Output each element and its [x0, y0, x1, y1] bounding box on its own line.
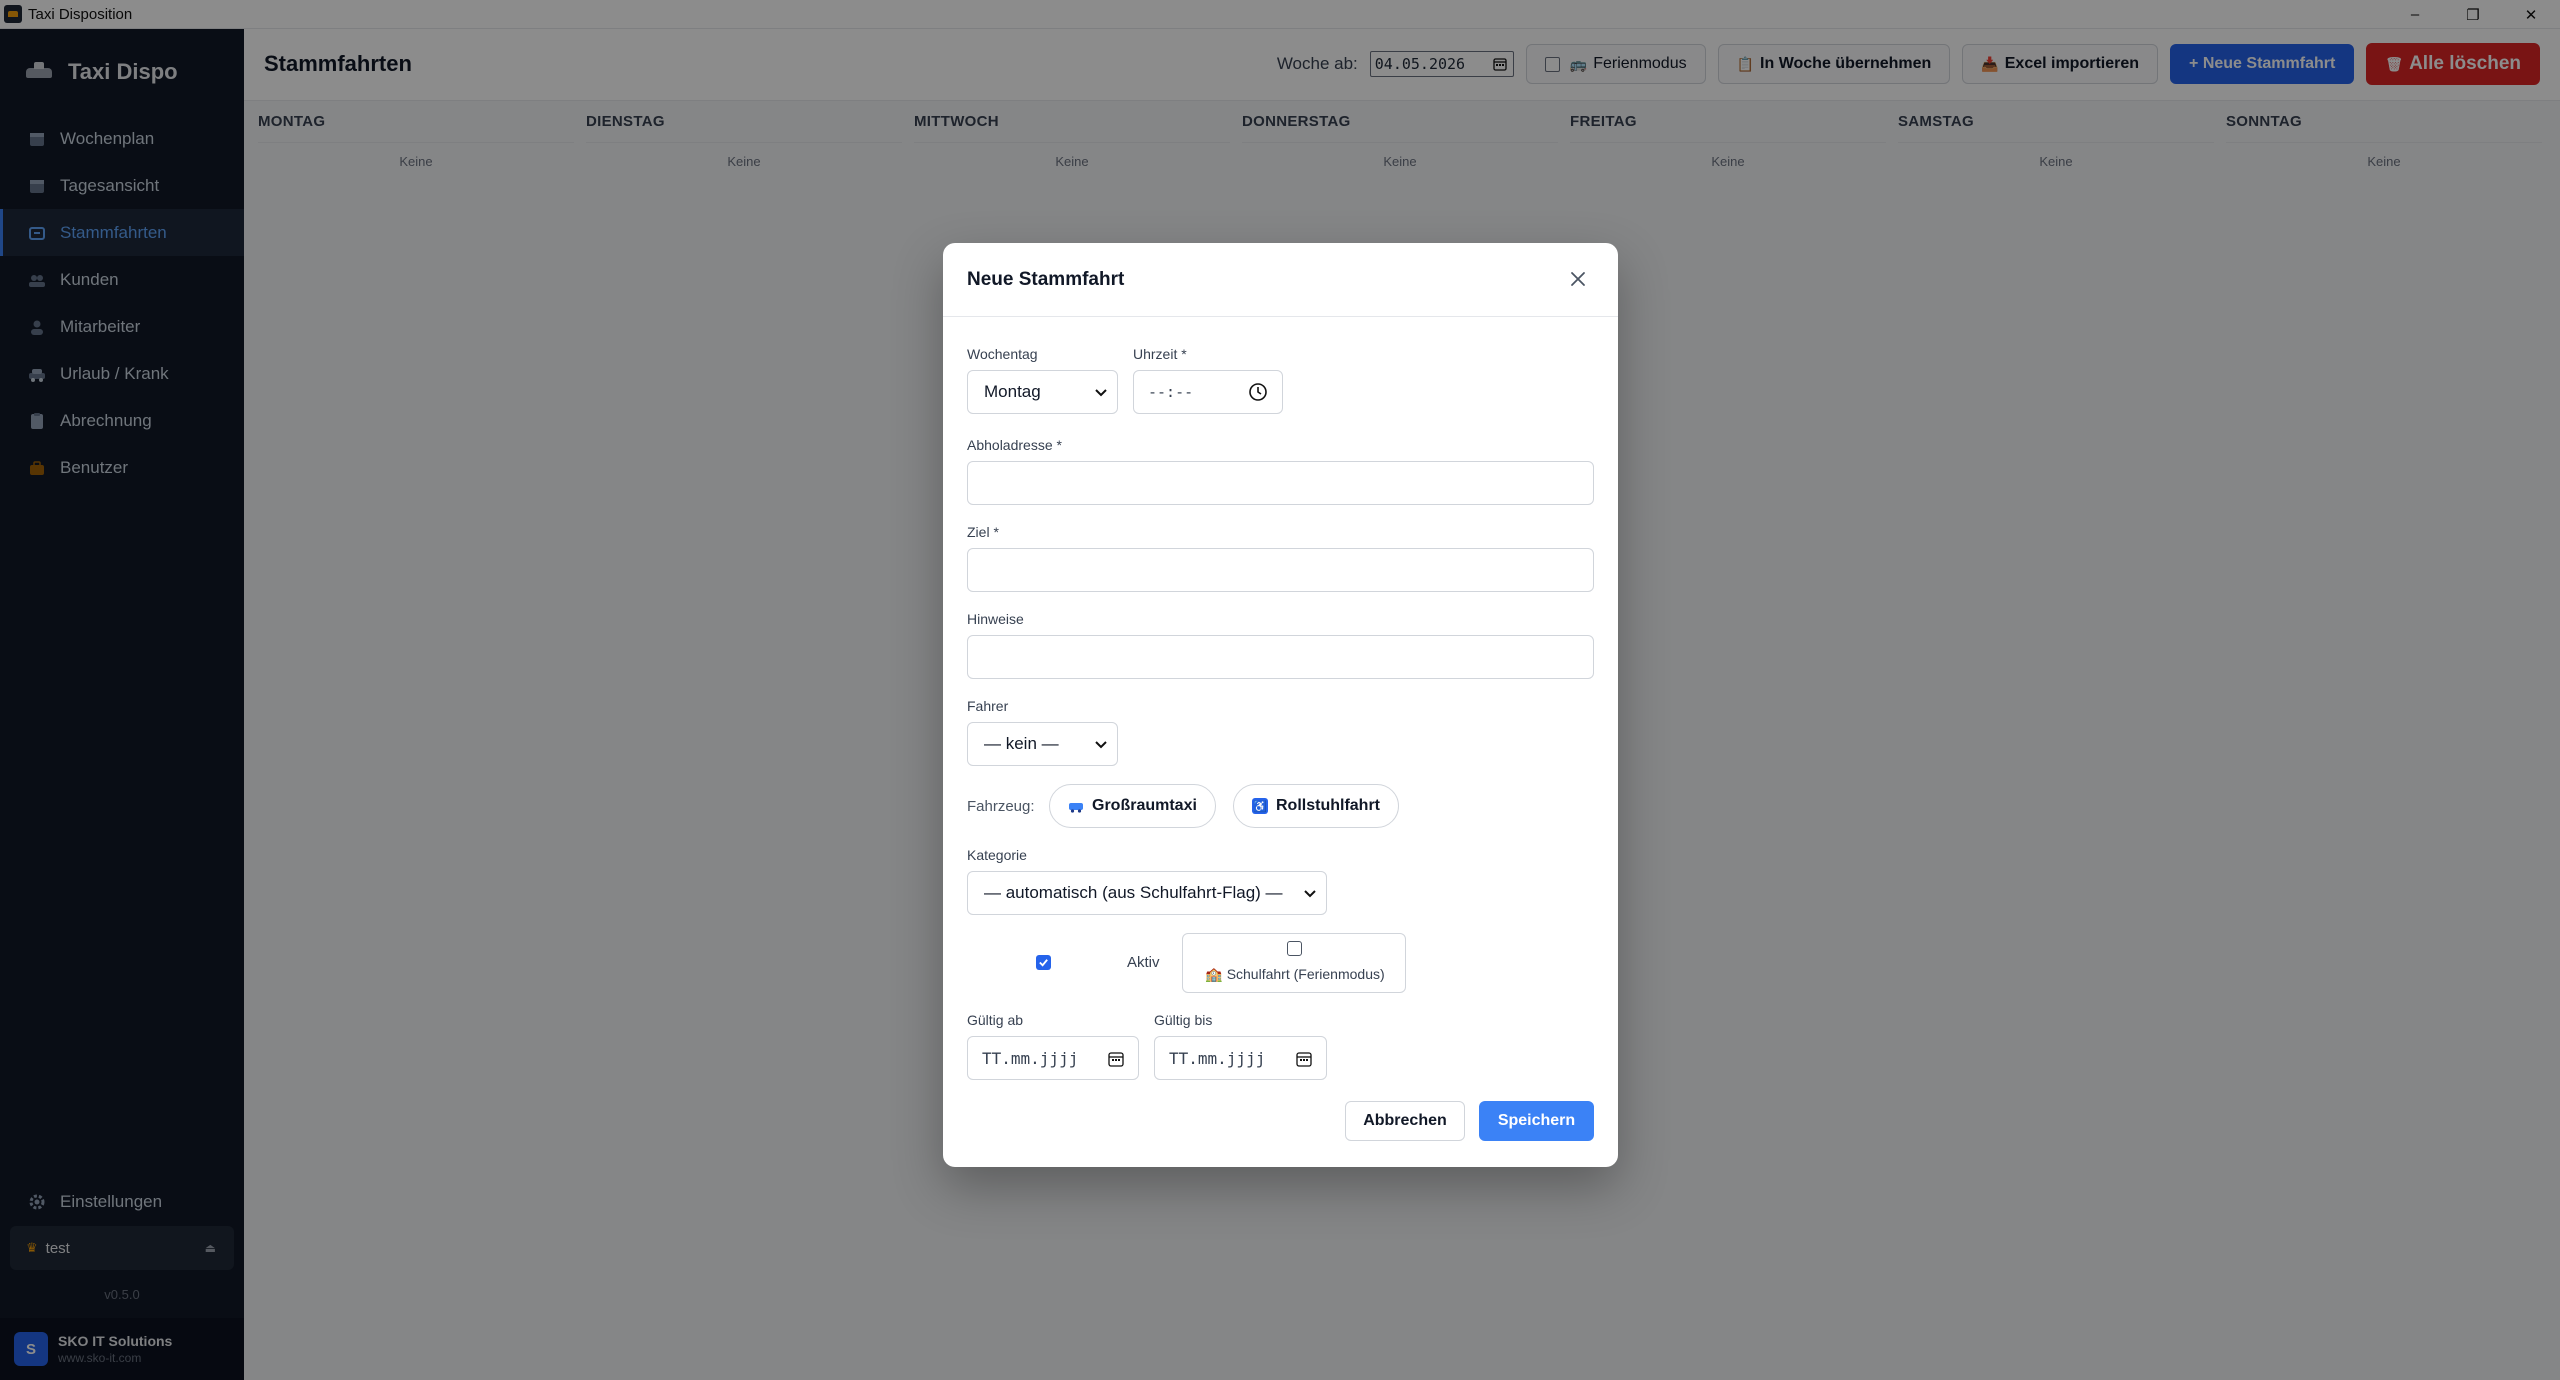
uhrzeit-placeholder: --:--: [1148, 383, 1194, 401]
gueltig-ab-input[interactable]: TT.mm.jjjj: [967, 1036, 1139, 1080]
calendar-icon: [1108, 1052, 1124, 1067]
hinweise-label: Hinweise: [967, 611, 1024, 627]
schulfahrt-option[interactable]: 🏫 Schulfahrt (Ferienmodus): [1182, 933, 1406, 993]
schulfahrt-checkbox[interactable]: [1287, 941, 1302, 956]
uhrzeit-label: Uhrzeit *: [1133, 346, 1187, 362]
neue-stammfahrt-dialog: Neue Stammfahrt Wochentag Montag Uhrzeit…: [943, 243, 1618, 1167]
chevron-down-icon: [1095, 389, 1107, 397]
aktiv-checkbox[interactable]: [1036, 955, 1051, 970]
van-icon: [1068, 798, 1084, 814]
gueltig-bis-input[interactable]: TT.mm.jjjj: [1154, 1036, 1327, 1080]
fahrzeug-label: Fahrzeug:: [967, 798, 1035, 815]
grossraumtaxi-label: Großraumtaxi: [1092, 797, 1197, 814]
clock-icon: [1249, 383, 1267, 401]
fahrer-value: — kein —: [984, 734, 1059, 753]
school-icon: 🏫: [1205, 966, 1223, 982]
aktiv-label: Aktiv: [1127, 954, 1160, 971]
fahrer-select[interactable]: — kein —: [967, 722, 1118, 766]
wochentag-select[interactable]: Montag: [967, 370, 1118, 414]
rollstuhlfahrt-toggle[interactable]: ♿ Rollstuhlfahrt: [1233, 784, 1399, 828]
abholadresse-label: Abholadresse *: [967, 437, 1062, 453]
gueltig-bis-placeholder: TT.mm.jjjj: [1169, 1048, 1266, 1068]
rollstuhl-label: Rollstuhlfahrt: [1276, 797, 1380, 814]
fahrer-label: Fahrer: [967, 698, 1009, 714]
wochentag-value: Montag: [984, 382, 1041, 401]
chevron-down-icon: [1095, 741, 1107, 749]
schulfahrt-caption: 🏫 Schulfahrt (Ferienmodus): [1183, 966, 1407, 983]
ziel-input[interactable]: [967, 548, 1594, 592]
cancel-button[interactable]: Abbrechen: [1345, 1101, 1465, 1141]
calendar-icon: [1296, 1052, 1312, 1067]
gueltig-bis-label: Gültig bis: [1154, 1012, 1213, 1028]
checkmark-icon: [1039, 959, 1048, 967]
ziel-label: Ziel *: [967, 524, 999, 540]
grossraumtaxi-toggle[interactable]: Großraumtaxi: [1049, 784, 1216, 828]
gueltig-ab-placeholder: TT.mm.jjjj: [982, 1048, 1079, 1068]
gueltig-ab-label: Gültig ab: [967, 1012, 1024, 1028]
uhrzeit-input[interactable]: --:--: [1133, 370, 1283, 414]
wochentag-label: Wochentag: [967, 346, 1038, 362]
schulfahrt-label: Schulfahrt (Ferienmodus): [1226, 966, 1385, 982]
close-icon[interactable]: [1568, 269, 1588, 289]
kategorie-value: — automatisch (aus Schulfahrt-Flag) —: [984, 883, 1283, 902]
dialog-title: Neue Stammfahrt: [967, 268, 1125, 290]
hinweise-input[interactable]: [967, 635, 1594, 679]
dialog-header: Neue Stammfahrt: [943, 243, 1618, 317]
kategorie-select[interactable]: — automatisch (aus Schulfahrt-Flag) —: [967, 871, 1327, 915]
save-button[interactable]: Speichern: [1479, 1101, 1594, 1141]
kategorie-label: Kategorie: [967, 847, 1027, 863]
wheelchair-icon: ♿: [1252, 798, 1268, 814]
chevron-down-icon: [1304, 890, 1316, 898]
abholadresse-input[interactable]: [967, 461, 1594, 505]
